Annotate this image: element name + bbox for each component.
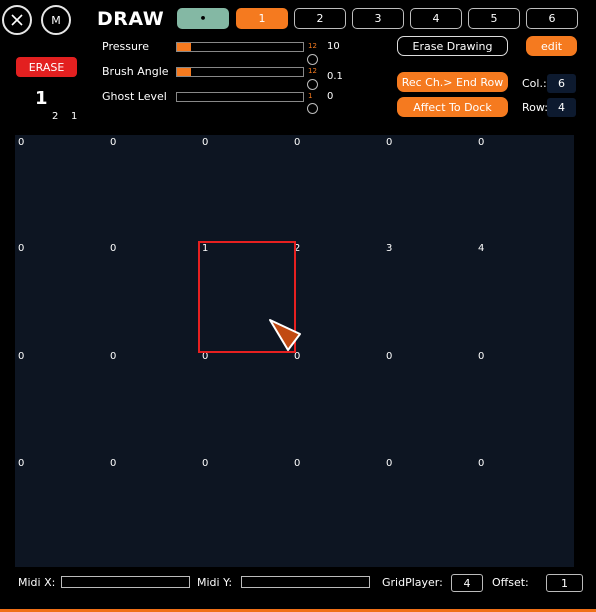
erase-button[interactable]: ERASE xyxy=(16,57,77,77)
brush-angle-max: 12 xyxy=(308,67,317,75)
app-window: M DRAW • 1 2 3 4 5 6 ERASE 1 2 1 Pressur… xyxy=(0,0,596,612)
brush-angle-fill xyxy=(177,68,191,76)
ghost-level-max: 1 xyxy=(308,92,313,100)
grid-cell[interactable]: 0 xyxy=(18,351,24,362)
edit-button[interactable]: edit xyxy=(526,36,577,56)
grid-cell[interactable]: 0 xyxy=(386,137,392,148)
page-title: DRAW xyxy=(97,8,165,30)
grid-cell[interactable]: 0 xyxy=(110,243,116,254)
grid-cell[interactable]: 0 xyxy=(294,137,300,148)
tab-dot[interactable]: • xyxy=(177,8,229,29)
row-label: Row: xyxy=(522,101,548,114)
brush-angle-knob[interactable] xyxy=(307,79,318,90)
brush-angle-label: Brush Angle xyxy=(102,65,169,78)
col-label: Col.: xyxy=(522,77,547,90)
grid-cell[interactable]: 0 xyxy=(386,458,392,469)
sub-value-b: 1 xyxy=(71,111,78,122)
grid-cell[interactable]: 0 xyxy=(18,243,24,254)
tab-3[interactable]: 3 xyxy=(352,8,404,29)
gridplayer-label: GridPlayer: xyxy=(382,576,443,589)
rec-ch-button[interactable]: Rec Ch.> End Row xyxy=(397,72,508,92)
col-input[interactable]: 6 xyxy=(547,74,576,93)
erase-drawing-button[interactable]: Erase Drawing xyxy=(397,36,508,56)
grid-cell[interactable]: 0 xyxy=(478,351,484,362)
grid-cell[interactable]: 0 xyxy=(478,458,484,469)
gridplayer-input[interactable]: 4 xyxy=(451,574,483,592)
offset-input[interactable]: 1 xyxy=(546,574,583,592)
grid-cell[interactable]: 0 xyxy=(386,351,392,362)
pressure-value: 10 xyxy=(327,41,340,52)
tab-4[interactable]: 4 xyxy=(410,8,462,29)
ghost-level-value: 0 xyxy=(327,91,334,102)
close-icon xyxy=(11,14,23,26)
midi-x-label: Midi X: xyxy=(18,576,56,589)
pressure-label: Pressure xyxy=(102,40,149,53)
grid-cell[interactable]: 0 xyxy=(478,137,484,148)
pressure-knob[interactable] xyxy=(307,54,318,65)
ghost-level-slider[interactable] xyxy=(176,92,304,102)
tab-1[interactable]: 1 xyxy=(236,8,288,29)
pressure-fill xyxy=(177,43,191,51)
tab-5[interactable]: 5 xyxy=(468,8,520,29)
grid-cell[interactable]: 4 xyxy=(478,243,484,254)
midi-y-label: Midi Y: xyxy=(197,576,233,589)
ghost-level-label: Ghost Level xyxy=(102,90,167,103)
grid-cell[interactable]: 0 xyxy=(110,458,116,469)
m-button[interactable]: M xyxy=(41,5,71,35)
midi-y-field[interactable] xyxy=(241,576,370,588)
grid-cell[interactable]: 0 xyxy=(18,458,24,469)
current-number: 1 xyxy=(35,88,48,109)
tab-6[interactable]: 6 xyxy=(526,8,578,29)
pressure-max: 12 xyxy=(308,42,317,50)
ghost-level-knob[interactable] xyxy=(307,103,318,114)
tab-2[interactable]: 2 xyxy=(294,8,346,29)
grid-cell[interactable]: 0 xyxy=(294,458,300,469)
grid-cell[interactable]: 0 xyxy=(202,458,208,469)
pressure-slider[interactable] xyxy=(176,42,304,52)
row-input[interactable]: 4 xyxy=(547,98,576,117)
grid-cell[interactable]: 0 xyxy=(110,137,116,148)
affect-to-dock-button[interactable]: Affect To Dock xyxy=(397,97,508,117)
grid-cell[interactable]: 0 xyxy=(110,351,116,362)
close-button[interactable] xyxy=(2,5,32,35)
grid-cell[interactable]: 0 xyxy=(18,137,24,148)
sub-value-a: 2 xyxy=(52,111,59,122)
offset-label: Offset: xyxy=(492,576,529,589)
cursor-arrow-icon xyxy=(269,319,301,351)
midi-x-field[interactable] xyxy=(61,576,190,588)
grid-cell[interactable]: 0 xyxy=(202,137,208,148)
brush-angle-slider[interactable] xyxy=(176,67,304,77)
grid-cell[interactable]: 3 xyxy=(386,243,392,254)
brush-angle-value: 0.1 xyxy=(327,71,343,82)
